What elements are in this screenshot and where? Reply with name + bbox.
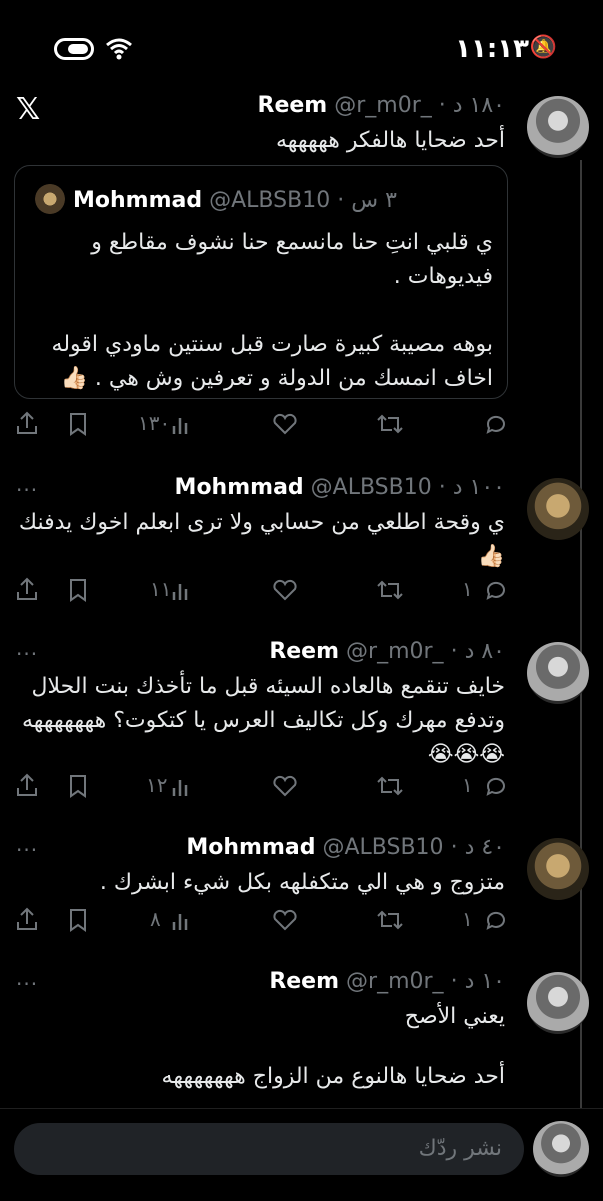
tweet-header: Mohmmad @ALBSB10 · ١٠٠ د	[174, 475, 505, 500]
views-count: ٨	[150, 907, 161, 931]
tweet-time: ٤٠ د	[464, 835, 505, 860]
avatar[interactable]	[527, 838, 589, 900]
tweet-text: خايف تنقمع هالعاده السيئه قبل ما تأخذك ب…	[21, 674, 505, 767]
retweet-icon[interactable]	[376, 578, 404, 602]
author-name[interactable]: Reem	[269, 639, 339, 664]
more-icon[interactable]: ···	[16, 478, 38, 502]
reply-icon[interactable]	[484, 908, 508, 932]
reply-icon[interactable]	[484, 774, 508, 798]
avatar[interactable]	[527, 96, 589, 158]
bookmark-icon[interactable]	[68, 578, 88, 602]
x-logo-icon[interactable]: 𝕏	[16, 92, 40, 127]
like-icon[interactable]	[272, 412, 298, 436]
tweet-text-2: أحد ضحايا هالنوع من الزواج هههههههه	[161, 1064, 505, 1089]
avatar[interactable]	[527, 972, 589, 1034]
tweet-header: Reem @r_m0r_ · ١٠ د	[269, 969, 505, 994]
reply-count: ١	[462, 773, 473, 797]
like-icon[interactable]	[272, 908, 298, 932]
reply-count: ١	[462, 577, 473, 601]
more-icon[interactable]: ···	[16, 838, 38, 862]
views-count: ١٢	[146, 773, 168, 797]
reply-icon[interactable]	[484, 412, 508, 436]
avatar[interactable]	[527, 642, 589, 704]
bell-off-icon: 🔕	[529, 35, 557, 60]
status-time: ١١:١٣	[455, 34, 529, 64]
bookmark-icon[interactable]	[68, 774, 88, 798]
toggle-icon	[54, 38, 94, 60]
status-bar: 🔕 ١١:١٣	[0, 0, 603, 90]
retweet-icon[interactable]	[376, 412, 404, 436]
quote-header: Mohmmad @ALBSB10 · ٣ س	[73, 188, 397, 213]
retweet-icon[interactable]	[376, 774, 404, 798]
author-handle: @ALBSB10	[310, 475, 432, 500]
author-handle: @r_m0r_	[346, 639, 444, 664]
tweet-header: Reem @r_m0r_ · ٨٠ د	[269, 639, 505, 664]
more-icon[interactable]: ···	[16, 972, 38, 996]
like-icon[interactable]	[272, 774, 298, 798]
views-icon[interactable]	[172, 776, 192, 798]
share-icon[interactable]	[16, 906, 38, 932]
author-handle: @r_m0r_	[334, 93, 432, 118]
views-icon[interactable]	[172, 580, 192, 602]
tweet-header: Reem @r_m0r_ · ١٨٠ د	[257, 93, 506, 118]
like-icon[interactable]	[272, 578, 298, 602]
reply-placeholder: نشر ردّك	[418, 1136, 502, 1161]
tweet-actions: ١ ٨	[0, 906, 520, 936]
bookmark-icon[interactable]	[68, 908, 88, 932]
author-name[interactable]: Mohmmad	[186, 835, 315, 860]
tweet-actions: ١ ١٢	[0, 772, 520, 802]
author-handle: @r_m0r_	[346, 969, 444, 994]
tweet-time: ١٠٠ د	[452, 475, 505, 500]
reply-count: ١	[462, 907, 473, 931]
tweet-text: أحد ضحايا هالفكر هههههه	[275, 128, 505, 153]
reply-icon[interactable]	[484, 578, 508, 602]
tweet-time: ١٠ د	[464, 969, 505, 994]
avatar	[533, 1121, 589, 1177]
share-icon[interactable]	[16, 410, 38, 436]
tweet-time: ٨٠ د	[464, 639, 505, 664]
author-handle: @ALBSB10	[322, 835, 444, 860]
quote-tweet[interactable]: Mohmmad @ALBSB10 · ٣ س ي قلبي انتِ حنا م…	[14, 165, 508, 399]
quote-text: ي قلبي انتِ حنا مانسمع حنا نشوف مقاطع و …	[51, 230, 493, 391]
more-icon[interactable]: ···	[16, 642, 38, 666]
views-icon[interactable]	[172, 910, 192, 932]
views-icon[interactable]	[172, 414, 192, 436]
tweet-text: متزوج و هي الي متكفلهه بكل شيء ابشرك .	[99, 870, 505, 895]
reply-input[interactable]: نشر ردّك	[14, 1123, 524, 1175]
thread-line	[580, 160, 582, 1120]
tweet-actions: ١ ١١	[0, 576, 520, 606]
reply-bar: نشر ردّك	[0, 1108, 603, 1201]
tweet-header: Mohmmad @ALBSB10 · ٤٠ د	[186, 835, 505, 860]
wifi-icon	[106, 38, 132, 60]
views-count: ١٣٠	[138, 411, 171, 435]
avatar[interactable]	[527, 478, 589, 540]
tweet-text: يعني الأصح	[404, 1004, 505, 1029]
tweet-text: ي وقحة اطلعي من حسابي ولا ترى ابعلم اخوك…	[18, 510, 505, 569]
tweet-actions: ١٣٠	[0, 410, 520, 440]
retweet-icon[interactable]	[376, 908, 404, 932]
views-count: ١١	[150, 577, 172, 601]
author-name[interactable]: Reem	[258, 93, 328, 118]
share-icon[interactable]	[16, 576, 38, 602]
bookmark-icon[interactable]	[68, 412, 88, 436]
author-name[interactable]: Mohmmad	[175, 475, 304, 500]
share-icon[interactable]	[16, 772, 38, 798]
author-name[interactable]: Reem	[269, 969, 339, 994]
tweet-time: ١٨٠ د	[452, 93, 505, 118]
